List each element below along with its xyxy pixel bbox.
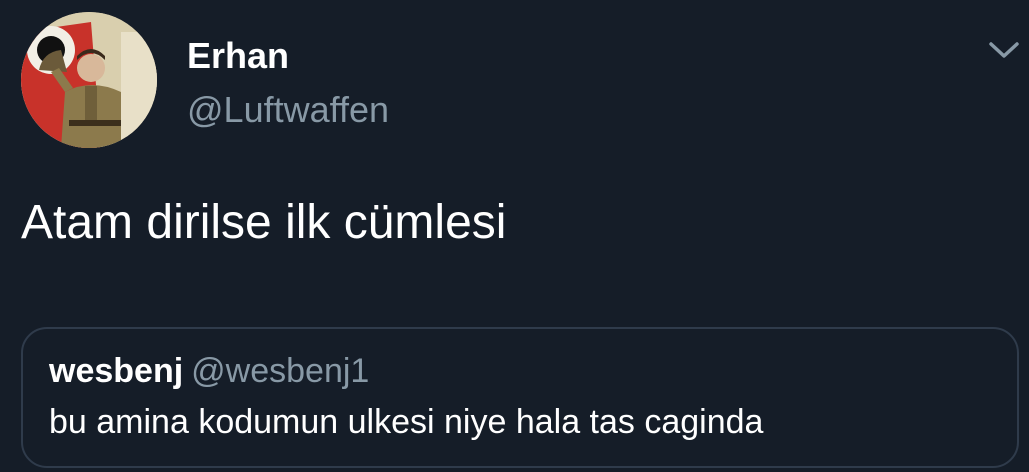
chevron-down-icon[interactable] — [987, 38, 1021, 62]
quoted-author-name: wesbenj — [49, 352, 184, 390]
avatar-image — [21, 12, 157, 148]
author-avatar[interactable] — [21, 12, 157, 148]
author-handle[interactable]: @Luftwaffen — [187, 88, 389, 132]
quoted-tweet-header: wesbenj @wesbenj1 — [49, 351, 369, 391]
tweet-text: Atam dirilse ilk cümlesi — [21, 196, 507, 249]
author-display-name[interactable]: Erhan — [187, 34, 289, 78]
quoted-tweet-text: bu amina kodumun ulkesi niye hala tas ca… — [49, 403, 764, 441]
quoted-author-handle: @wesbenj1 — [191, 352, 370, 390]
quoted-tweet-card[interactable]: wesbenj @wesbenj1 bu amina kodumun ulkesi… — [21, 327, 1019, 468]
